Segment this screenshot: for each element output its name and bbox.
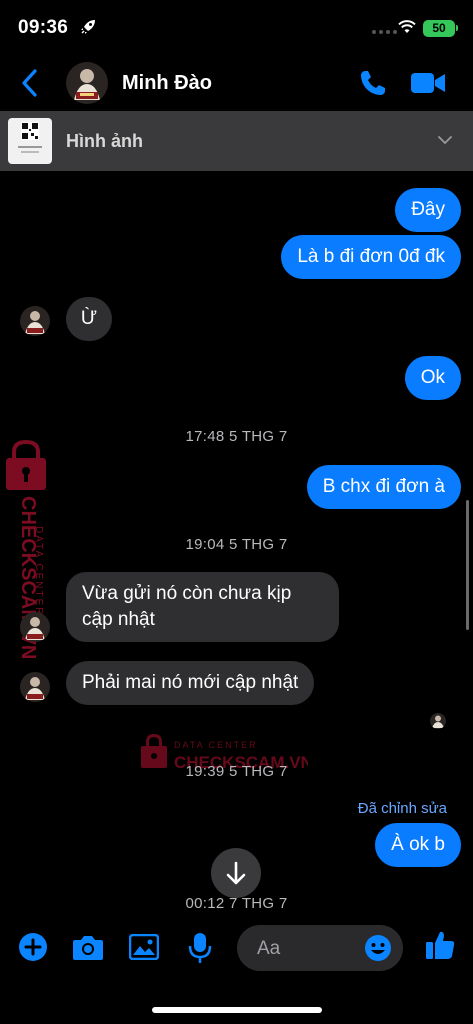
thumbs-up-icon[interactable]: [424, 929, 456, 961]
message-incoming[interactable]: Phải mai nó mới cập nhật: [66, 661, 315, 705]
edited-label: Đã chỉnh sửa: [357, 800, 447, 817]
timestamp: 19:39 5 THG 7: [185, 763, 288, 780]
video-call-icon[interactable]: [410, 70, 446, 96]
battery-indicator: 50: [423, 20, 455, 37]
scrollbar[interactable]: [466, 500, 469, 630]
wifi-icon: [398, 20, 416, 33]
message-outgoing[interactable]: À ok b: [375, 823, 461, 867]
message-outgoing[interactable]: Là b đi đơn 0đ đk: [281, 235, 461, 279]
chat-header: Minh Đào: [0, 56, 473, 111]
contact-avatar[interactable]: [66, 62, 108, 104]
status-bar: 09:36 50: [0, 0, 473, 56]
phone-icon[interactable]: [358, 68, 388, 98]
svg-text:DATA CENTER: DATA CENTER: [174, 740, 258, 750]
message-outgoing[interactable]: Đây: [395, 188, 461, 232]
timestamp: 19:04 5 THG 7: [185, 536, 288, 553]
contact-avatar-small[interactable]: [20, 306, 50, 336]
message-outgoing[interactable]: B chx đi đơn à: [306, 465, 461, 509]
pinned-thumbnail[interactable]: [8, 118, 52, 164]
chevron-down-icon[interactable]: [437, 135, 453, 145]
emoji-icon[interactable]: [364, 934, 392, 962]
plus-icon[interactable]: [18, 932, 48, 962]
status-time: 09:36: [18, 17, 69, 38]
home-indicator: [152, 1007, 322, 1013]
contact-avatar-small[interactable]: [20, 672, 50, 702]
contact-name[interactable]: Minh Đào: [122, 72, 212, 95]
scroll-to-bottom-button[interactable]: [211, 848, 261, 898]
camera-icon[interactable]: [72, 933, 104, 961]
signal-dots: [372, 30, 397, 34]
battery-nub: [456, 25, 458, 31]
back-icon[interactable]: [18, 68, 42, 98]
pinned-label: Hình ảnh: [66, 131, 143, 151]
read-receipt-avatar: [430, 713, 446, 729]
pinned-media-bar[interactable]: Hình ảnh: [0, 111, 473, 171]
arrow-down-icon: [226, 861, 246, 885]
rocket-icon: [81, 20, 95, 34]
timestamp: 00:12 7 THG 7: [185, 895, 288, 912]
timestamp: 17:48 5 THG 7: [185, 428, 288, 445]
microphone-icon[interactable]: [188, 932, 212, 964]
message-incoming[interactable]: Ừ: [66, 297, 112, 341]
message-input-placeholder: Aa: [257, 938, 281, 959]
message-incoming[interactable]: Vừa gửi nó còn chưa kịp cập nhật: [66, 572, 339, 642]
contact-avatar-small[interactable]: [20, 612, 50, 642]
message-outgoing[interactable]: Ok: [404, 356, 461, 400]
image-icon[interactable]: [129, 934, 159, 960]
message-input[interactable]: Aa: [237, 925, 403, 971]
